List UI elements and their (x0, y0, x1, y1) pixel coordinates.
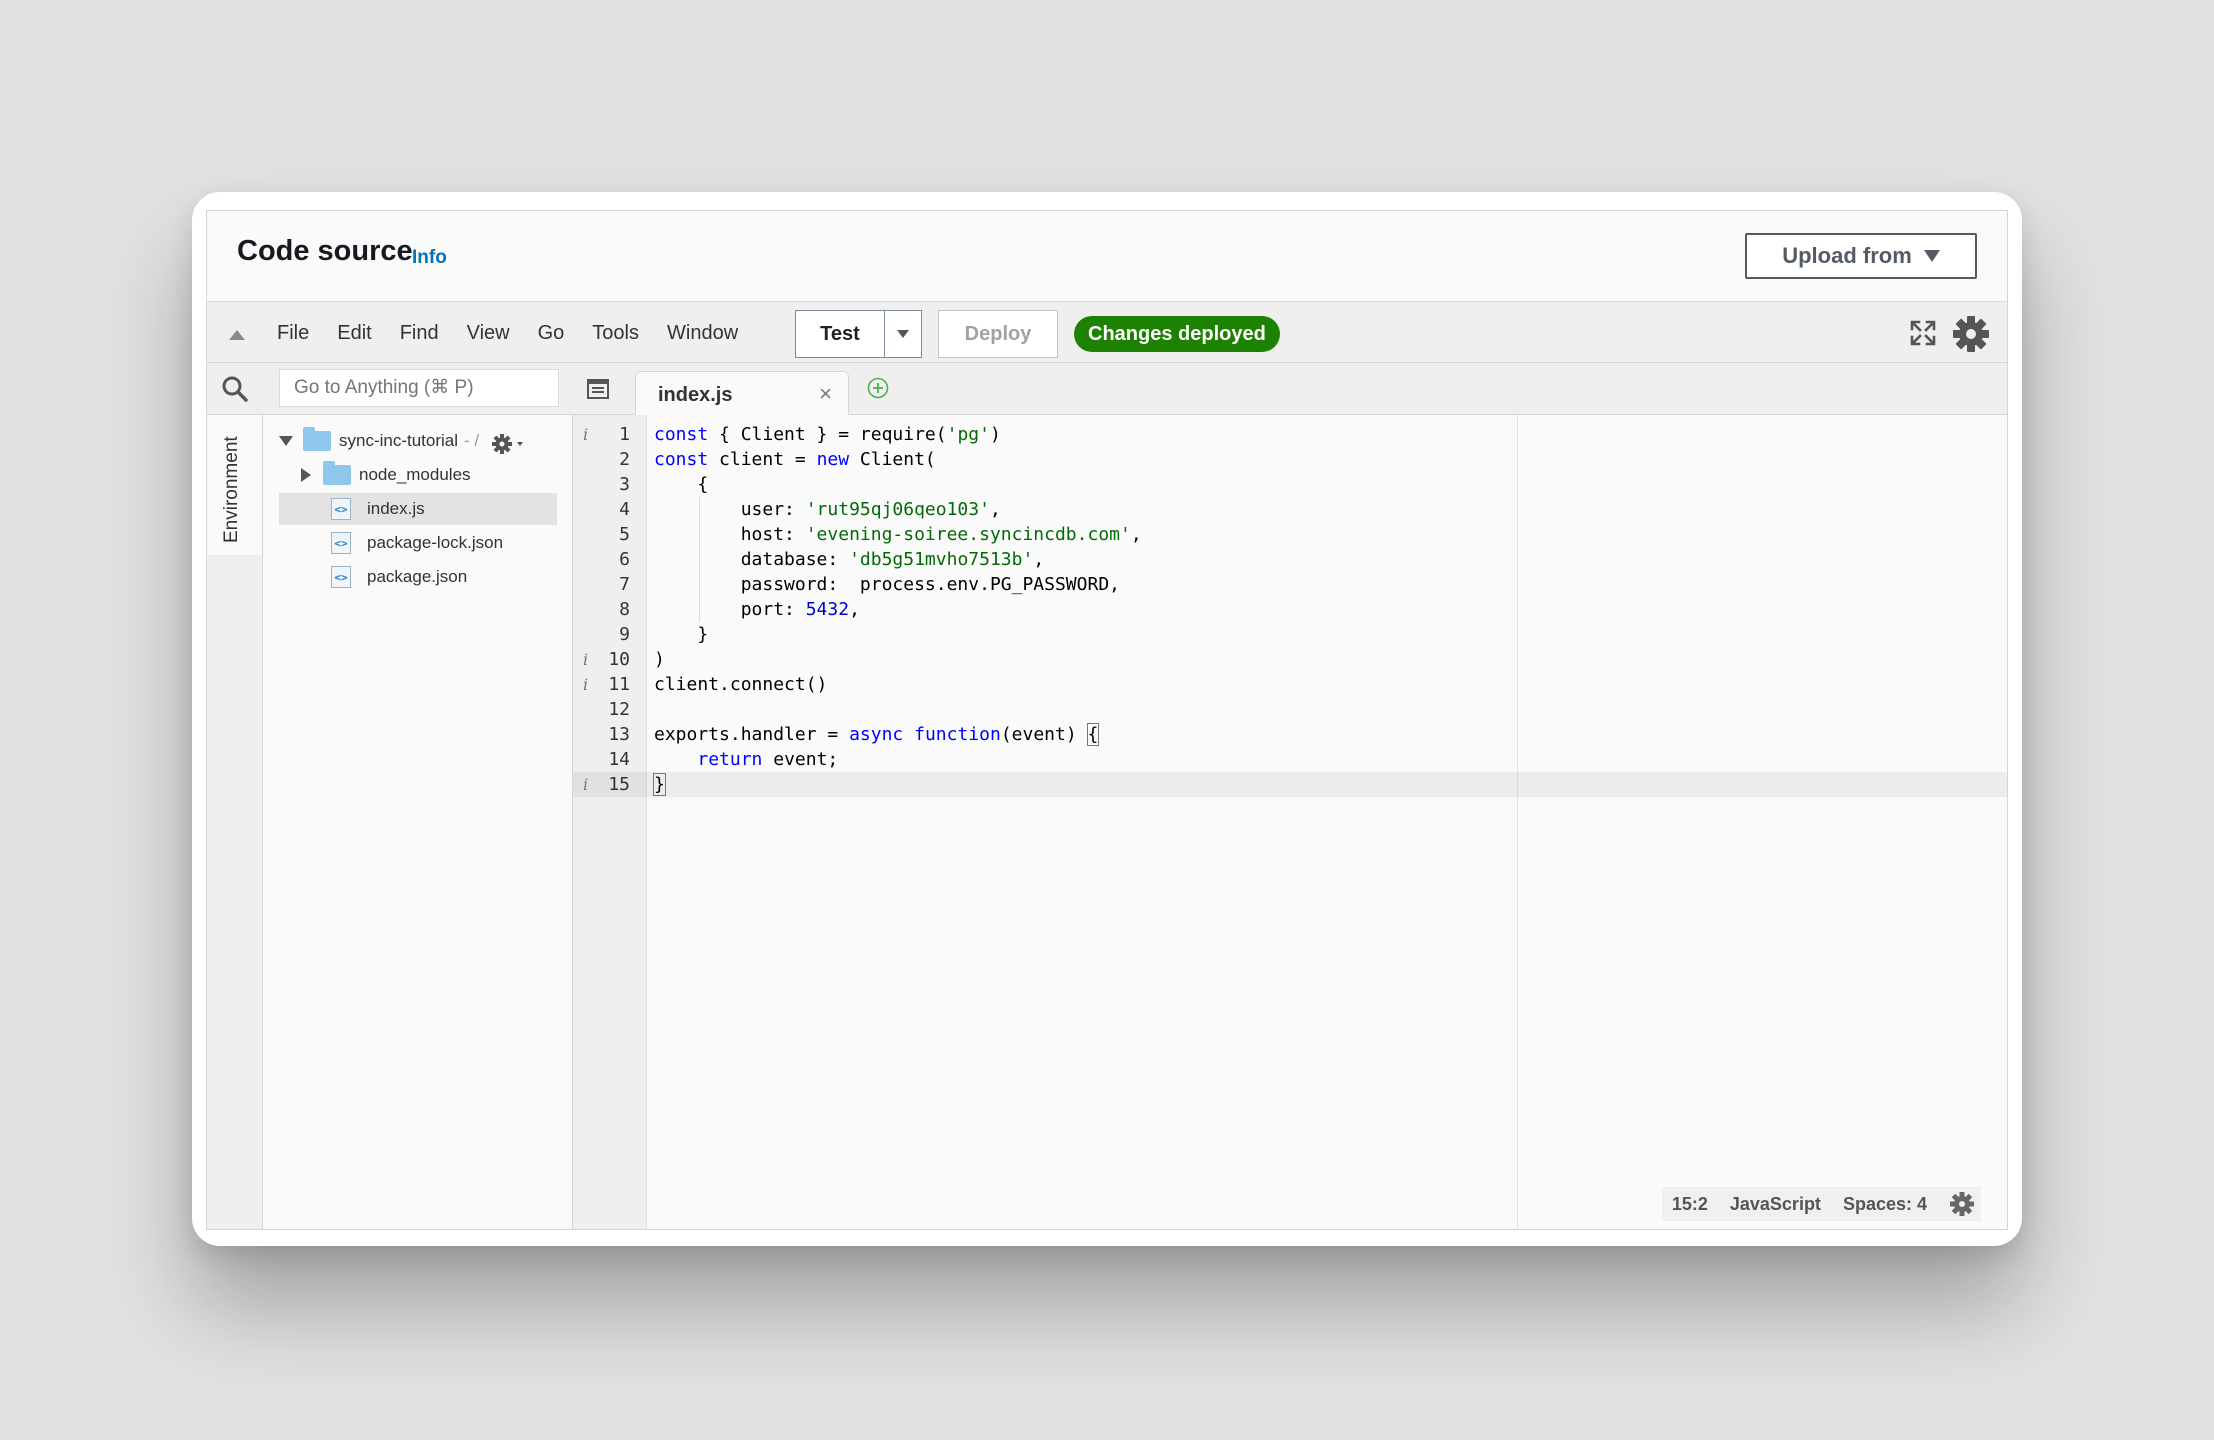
line-number: 11 (608, 674, 630, 695)
tree-item-label: node_modules (359, 465, 471, 484)
editor-tab-bar: index.js × (573, 363, 2007, 415)
goto-anything-input[interactable] (279, 369, 559, 407)
tab-index-js[interactable]: index.js × (635, 371, 849, 415)
add-tab-icon[interactable] (867, 377, 889, 399)
fullscreen-icon[interactable] (1909, 319, 1937, 347)
code-source-card: Code source Info Upload from File Edit F… (192, 192, 2022, 1246)
code-line: } (653, 773, 666, 796)
upload-from-label: Upload from (1782, 243, 1912, 268)
settings-gear-icon[interactable] (1951, 314, 1991, 354)
line-number: 4 (619, 499, 630, 520)
menu-find[interactable]: Find (400, 322, 439, 345)
menu-bar: File Edit Find View Go Tools Window (277, 302, 766, 364)
code-line: { (654, 474, 709, 495)
folder-icon (323, 461, 351, 485)
upload-from-button[interactable]: Upload from (1745, 233, 1977, 279)
test-button[interactable]: Test (796, 311, 885, 357)
menu-file[interactable]: File (277, 322, 309, 345)
tab-label: index.js (658, 384, 733, 406)
json-file-icon: <> (331, 532, 351, 554)
info-link[interactable]: Info (412, 247, 447, 269)
indent-setting[interactable]: Spaces: 4 (1843, 1194, 1927, 1215)
js-file-icon: <> (331, 498, 351, 520)
code-line: host: 'evening-soiree.syncincdb.com', (654, 524, 1142, 545)
code-line: password: process.env.PG_PASSWORD, (654, 574, 1120, 595)
line-number: 7 (619, 574, 630, 595)
code-line: database: 'db5g51mvho7513b', (654, 549, 1045, 570)
status-badge: Changes deployed (1074, 316, 1280, 352)
editor-status-bar: 15:2 JavaScript Spaces: 4 (1661, 1187, 1981, 1221)
menu-tools[interactable]: Tools (592, 322, 639, 345)
json-file-icon: <> (331, 566, 351, 588)
tree-item-package-lock-json[interactable]: <> package-lock.json (279, 527, 503, 559)
code-line: } (654, 624, 709, 645)
code-line: port: 5432, (654, 599, 860, 620)
tree-item-label: index.js (367, 499, 425, 518)
test-dropdown-button[interactable] (885, 311, 921, 357)
line-number: 13 (608, 724, 630, 745)
cursor-position[interactable]: 15:2 (1672, 1194, 1708, 1215)
collapse-icon[interactable] (229, 330, 245, 340)
code-source-panel: Code source Info Upload from File Edit F… (206, 210, 2008, 1230)
panel-header: Code source Info Upload from (207, 211, 2007, 301)
line-number: 6 (619, 549, 630, 570)
search-icon[interactable] (221, 375, 249, 403)
line-number: 14 (608, 749, 630, 770)
menu-view[interactable]: View (467, 322, 510, 345)
code-line: ) (654, 649, 665, 670)
menu-window[interactable]: Window (667, 322, 738, 345)
environment-side-strip: Environment (207, 415, 263, 1229)
tree-root-folder[interactable]: sync-inc-tutorial - / (279, 425, 479, 457)
tree-item-label: package.json (367, 567, 468, 586)
code-line: exports.handler = async function(event) … (654, 723, 1100, 746)
tree-gear-icon[interactable] (491, 433, 525, 455)
code-line: const { Client } = require('pg') (654, 424, 1001, 445)
print-margin (1517, 415, 1518, 1229)
line-number: 8 (619, 599, 630, 620)
goto-search-bar (207, 363, 573, 415)
caret-down-icon (1923, 250, 1940, 262)
environment-tab-label: Environment (221, 436, 242, 543)
code-line: return event; (697, 749, 839, 770)
status-gear-icon[interactable] (1949, 1191, 1975, 1217)
code-line: client.connect() (654, 674, 828, 695)
language-mode[interactable]: JavaScript (1730, 1194, 1821, 1215)
line-number: 1 (619, 424, 630, 445)
file-tree: sync-inc-tutorial - / node_modules <> in… (263, 415, 573, 1229)
tree-item-index-js[interactable]: <> index.js (279, 493, 557, 525)
line-number: 12 (608, 699, 630, 720)
tab-list-icon[interactable] (587, 379, 609, 399)
menu-go[interactable]: Go (538, 322, 565, 345)
active-line-highlight (573, 772, 2007, 797)
line-number: 15 (608, 774, 630, 795)
menu-edit[interactable]: Edit (337, 322, 371, 345)
test-button-group: Test (795, 310, 922, 358)
line-number: 3 (619, 474, 630, 495)
code-line: user: 'rut95qj06qeo103', (654, 499, 1001, 520)
tree-item-package-json[interactable]: <> package.json (279, 561, 467, 593)
caret-down-icon (897, 330, 909, 338)
deploy-button[interactable]: Deploy (938, 310, 1058, 358)
tree-root-suffix: - / (464, 431, 480, 450)
page-title: Code source (237, 235, 413, 267)
environment-tab[interactable]: Environment (207, 415, 262, 555)
tree-item-node-modules[interactable]: node_modules (301, 459, 471, 491)
line-number: 9 (619, 624, 630, 645)
expand-right-icon[interactable] (301, 468, 311, 482)
line-number: 2 (619, 449, 630, 470)
code-line: const client = new Client( (654, 449, 936, 470)
ide-toolbar: File Edit Find View Go Tools Window Test… (207, 301, 2007, 363)
close-icon[interactable]: × (819, 381, 832, 407)
tree-item-label: package-lock.json (367, 533, 504, 552)
tree-root-label: sync-inc-tutorial (339, 431, 459, 450)
line-number: 5 (619, 524, 630, 545)
expand-down-icon[interactable] (279, 436, 293, 446)
line-number: 10 (608, 649, 630, 670)
folder-icon (303, 427, 331, 451)
